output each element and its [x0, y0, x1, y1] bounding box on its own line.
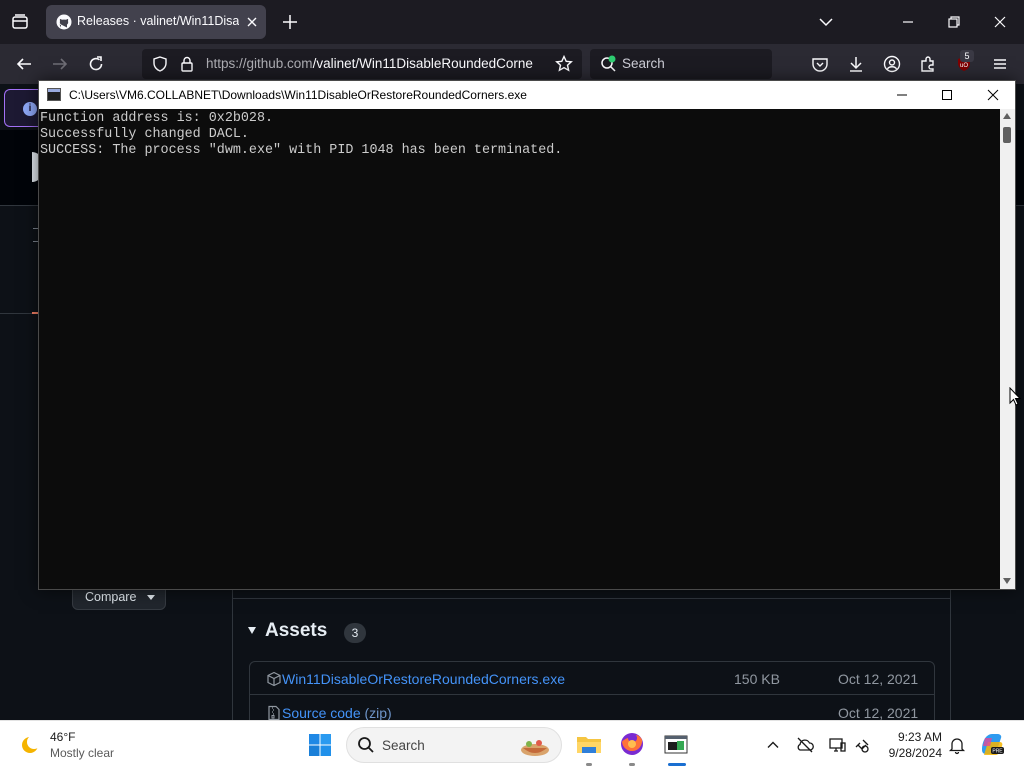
- minimize-icon[interactable]: [898, 12, 918, 32]
- assets-heading[interactable]: Assets: [265, 620, 327, 642]
- assets-count-badge: 3: [344, 623, 366, 643]
- close-window-icon[interactable]: [990, 12, 1010, 32]
- scroll-down-icon[interactable]: [1003, 578, 1011, 584]
- package-icon: [266, 671, 282, 687]
- star-icon[interactable]: [554, 54, 574, 74]
- weather-icon[interactable]: [18, 733, 42, 757]
- browser-toolbar: https://github.com/valinet/Win11DisableR…: [0, 44, 1024, 84]
- url-text: https://github.com/valinet/Win11DisableR…: [206, 56, 542, 71]
- address-bar[interactable]: https://github.com/valinet/Win11DisableR…: [142, 49, 582, 79]
- console-title: C:\Users\VM6.COLLABNET\Downloads\Win11Di…: [69, 88, 527, 102]
- shield-icon[interactable]: [150, 54, 170, 74]
- power-icon[interactable]: [852, 735, 872, 755]
- extensions-icon[interactable]: [918, 54, 938, 74]
- account-icon[interactable]: [882, 54, 902, 74]
- console-line: Function address is: 0x2b028.: [40, 111, 274, 126]
- asset-link-suffix: (zip): [364, 705, 392, 721]
- app-running-indicator: [586, 763, 592, 766]
- bell-icon[interactable]: [947, 735, 967, 755]
- console-line: SUCCESS: The process "dwm.exe" with PID …: [40, 143, 563, 158]
- search-label: Search: [622, 56, 665, 71]
- clock-time[interactable]: 9:23 AM: [880, 730, 942, 744]
- svg-text:PRE: PRE: [992, 749, 1003, 755]
- lock-icon[interactable]: [177, 54, 197, 74]
- console-window[interactable]: C:\Users\VM6.COLLABNET\Downloads\Win11Di…: [38, 80, 1016, 590]
- asset-link[interactable]: Win11DisableOrRestoreRoundedCorners.exe: [282, 671, 565, 687]
- search-icon: [356, 735, 376, 755]
- pocket-icon[interactable]: [810, 54, 830, 74]
- cloud-offline-icon[interactable]: [795, 735, 815, 755]
- tab-title: Releases · valinet/Win11DisableOrRestore…: [77, 14, 239, 28]
- plus-icon[interactable]: [280, 12, 300, 32]
- maximize-icon[interactable]: [937, 85, 957, 105]
- notice-banner[interactable]: i: [4, 89, 38, 127]
- back-icon[interactable]: [14, 54, 34, 74]
- browser-tab-releases[interactable]: Releases · valinet/Win11DisableOrRestore…: [46, 5, 266, 39]
- firefox-icon[interactable]: [617, 729, 647, 759]
- app-active-indicator: [668, 763, 686, 766]
- close-icon[interactable]: [244, 14, 260, 30]
- scroll-up-icon[interactable]: [1003, 113, 1011, 119]
- close-icon[interactable]: [983, 85, 1003, 105]
- url-host: https://github.com: [206, 56, 313, 71]
- zip-file-icon: [266, 705, 282, 721]
- forward-icon[interactable]: [50, 54, 70, 74]
- taskbar: 46°F Mostly clear Search 9:23 AM 9/28/20…: [0, 720, 1024, 768]
- download-icon[interactable]: [846, 54, 866, 74]
- copilot-icon[interactable]: PRE: [978, 730, 1006, 758]
- app-running-indicator: [629, 763, 635, 766]
- svg-text:uO: uO: [960, 63, 968, 69]
- asset-link[interactable]: Source code (zip): [282, 705, 392, 721]
- search-highlight-icon: [517, 734, 553, 758]
- compare-label: Compare: [85, 590, 137, 604]
- taskbar-search[interactable]: Search: [346, 727, 562, 763]
- release-card-divider: [233, 598, 950, 599]
- console-scrollbar[interactable]: [1000, 109, 1015, 589]
- url-path: /valinet/Win11DisableRoundedCorne: [312, 56, 533, 71]
- weather-condition[interactable]: Mostly clear: [50, 746, 114, 760]
- chevron-up-icon[interactable]: [763, 735, 783, 755]
- search-bar[interactable]: Search: [590, 49, 772, 79]
- asset-date: Oct 12, 2021: [838, 705, 919, 721]
- asset-link-text: Source code: [282, 705, 361, 721]
- terminal-icon[interactable]: [661, 729, 691, 759]
- browser-tab-bar: Releases · valinet/Win11DisableOrRestore…: [0, 0, 1024, 44]
- github-icon: [56, 14, 72, 30]
- info-icon: i: [23, 102, 37, 116]
- extension-badge: 5: [960, 50, 974, 62]
- search-icon: [598, 54, 618, 74]
- restore-icon[interactable]: [944, 12, 964, 32]
- clock-date[interactable]: 9/28/2024: [880, 746, 942, 760]
- mouse-cursor-icon: [1009, 386, 1022, 407]
- scroll-thumb[interactable]: [1003, 127, 1011, 143]
- triangle-down-icon[interactable]: [248, 627, 256, 634]
- chevron-down-icon[interactable]: [816, 12, 836, 32]
- console-titlebar[interactable]: C:\Users\VM6.COLLABNET\Downloads\Win11Di…: [39, 81, 1015, 109]
- windows-start-icon[interactable]: [308, 733, 332, 757]
- asset-date: Oct 12, 2021: [838, 671, 919, 687]
- asset-row: Win11DisableOrRestoreRoundedCorners.exe …: [250, 662, 934, 695]
- asset-size: 150 KB: [734, 671, 780, 687]
- taskbar-search-label: Search: [382, 738, 425, 753]
- file-explorer-icon[interactable]: [574, 729, 604, 759]
- tab-list-icon[interactable]: [8, 10, 32, 34]
- menu-icon[interactable]: [990, 54, 1010, 74]
- reload-icon[interactable]: [86, 54, 106, 74]
- terminal-icon: [47, 88, 61, 101]
- caret-down-icon: [147, 595, 155, 600]
- console-output[interactable]: Function address is: 0x2b028. Successfull…: [39, 109, 999, 589]
- minimize-icon[interactable]: [892, 85, 912, 105]
- weather-temp[interactable]: 46°F: [50, 730, 75, 744]
- display-icon[interactable]: [827, 735, 847, 755]
- console-line: Successfully changed DACL.: [40, 127, 249, 142]
